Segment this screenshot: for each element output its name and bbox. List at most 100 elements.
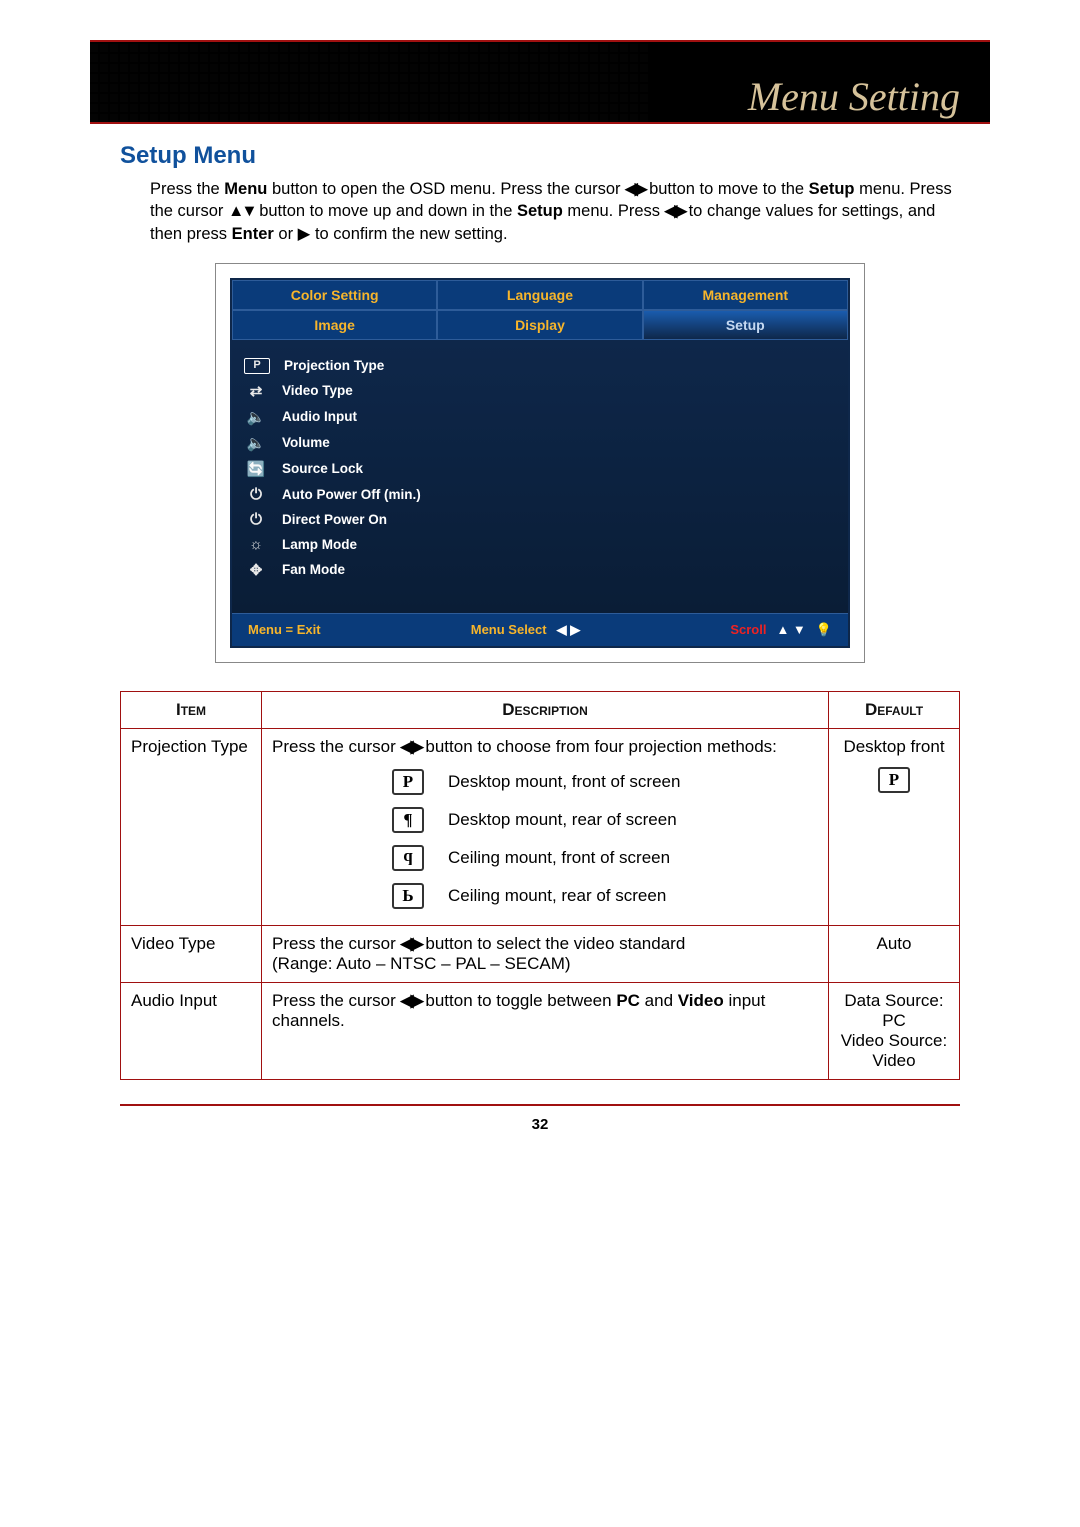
table-row: Audio Input Press the cursor ◀▶ button t…: [121, 982, 960, 1079]
header-title: Menu Setting: [748, 73, 960, 120]
item-name: Video Type: [121, 925, 262, 982]
ceiling-front-icon: d: [392, 845, 424, 871]
desktop-front-icon: P: [878, 767, 910, 793]
osd-item: ⏻ Direct Power On: [244, 507, 836, 532]
projection-label: Ceiling mount, rear of screen: [448, 886, 666, 906]
intro-paragraph: Press the Menu button to open the OSD me…: [150, 178, 960, 245]
osd-item-label: Video Type: [282, 383, 353, 398]
enter-label: Enter: [232, 225, 274, 243]
osd-item-label: Volume: [282, 435, 330, 450]
desc-text: Press the cursor: [272, 991, 401, 1010]
desc-text: Press the cursor: [272, 737, 401, 756]
osd-footer-exit: Menu = Exit: [248, 622, 321, 637]
osd-item: 🔈 Volume: [244, 430, 836, 456]
osd-item-label: Direct Power On: [282, 512, 387, 527]
desc-text: and: [640, 991, 678, 1010]
setup-label: Setup: [809, 180, 855, 198]
item-description: Press the cursor ◀▶ button to choose fro…: [262, 728, 829, 925]
header-description: Description: [262, 691, 829, 728]
lamp-mode-icon: ☼: [244, 536, 268, 553]
osd-item: ☼ Lamp Mode: [244, 532, 836, 557]
table-row: Projection Type Press the cursor ◀▶ butt…: [121, 728, 960, 925]
osd-item-label: Projection Type: [284, 358, 384, 373]
osd-item-label: Lamp Mode: [282, 537, 357, 552]
left-right-arrows-icon: ◀▶: [401, 737, 421, 756]
osd-item: P Projection Type: [244, 354, 836, 378]
item-default: Auto: [829, 925, 960, 982]
osd-panel: Color Setting Language Management Image …: [230, 278, 850, 648]
osd-item-list: PProjection Type ⇄Video Type 🔈Audio Inpu…: [232, 340, 848, 613]
projection-option: P Desktop mount, front of screen: [392, 769, 818, 795]
osd-item: 🔄 Source Lock: [244, 456, 836, 482]
osd-footer-select: Menu Select: [471, 622, 547, 637]
desc-text: (Range: Auto – NTSC – PAL – SECAM): [272, 954, 571, 973]
osd-tab-row: Color Setting Language Management Image …: [232, 280, 848, 340]
video-type-icon: ⇄: [244, 382, 268, 400]
fan-mode-icon: ✥: [244, 561, 268, 579]
up-down-arrows-icon: ▲ ▼: [776, 622, 805, 637]
projection-option: ¶ Desktop mount, rear of screen: [392, 807, 818, 833]
osd-footer: Menu = Exit Menu Select ◀ ▶ Scroll ▲ ▼ 💡: [232, 613, 848, 646]
projection-label: Desktop mount, front of screen: [448, 772, 680, 792]
desc-text: button to choose from four projection me…: [421, 737, 777, 756]
desktop-front-icon: P: [392, 769, 424, 795]
left-right-arrows-icon: ◀▶: [401, 991, 421, 1010]
osd-item-label: Audio Input: [282, 409, 357, 424]
menu-label: Menu: [224, 180, 267, 198]
osd-tab-setup: Setup: [643, 310, 848, 340]
osd-tab-color-setting: Color Setting: [232, 280, 437, 310]
section-title: Setup Menu: [120, 142, 990, 170]
table-row: Video Type Press the cursor ◀▶ button to…: [121, 925, 960, 982]
item-name: Projection Type: [121, 728, 262, 925]
osd-tab-image: Image: [232, 310, 437, 340]
desktop-rear-icon: ¶: [392, 807, 424, 833]
intro-text: Press the: [150, 180, 224, 198]
left-right-arrows-icon: ◀ ▶: [557, 622, 581, 638]
desc-text: button to select the video standard: [421, 934, 686, 953]
left-right-arrows-icon: ◀▶: [665, 202, 684, 220]
ceiling-rear-icon: Ь: [392, 883, 424, 909]
osd-item-label: Fan Mode: [282, 562, 345, 577]
osd-item: ⏻ Auto Power Off (min.): [244, 482, 836, 507]
intro-text: to confirm the new setting.: [310, 225, 507, 243]
osd-item: 🔈Audio Input: [244, 404, 836, 430]
osd-item: ✥ Fan Mode: [244, 557, 836, 583]
video-label: Video: [678, 991, 724, 1010]
left-right-arrows-icon: ◀▶: [401, 934, 421, 953]
header-band: Menu Setting: [90, 42, 990, 122]
bulb-icon: 💡: [816, 622, 832, 638]
item-default: Desktop front P: [829, 728, 960, 925]
osd-tab-language: Language: [437, 280, 642, 310]
osd-tab-display: Display: [437, 310, 642, 340]
table-header-row: Item Description Default: [121, 691, 960, 728]
osd-footer-scroll: Scroll: [730, 622, 766, 637]
intro-text: menu. Press: [563, 202, 665, 220]
osd-item-label: Auto Power Off (min.): [282, 487, 421, 502]
osd-item-label: Source Lock: [282, 461, 363, 476]
pc-label: PC: [616, 991, 640, 1010]
header-pattern: [90, 42, 650, 122]
header-item: Item: [121, 691, 262, 728]
source-lock-icon: 🔄: [244, 460, 268, 478]
intro-text: button to move up and down in the: [255, 202, 517, 220]
intro-text: or: [274, 225, 298, 243]
default-text: Desktop front: [839, 737, 949, 757]
desc-text: Press the cursor: [272, 934, 401, 953]
left-right-arrows-icon: ◀▶: [625, 180, 644, 198]
item-description: Press the cursor ◀▶ button to toggle bet…: [262, 982, 829, 1079]
desc-text: button to toggle between: [421, 991, 617, 1010]
description-table: Item Description Default Projection Type…: [120, 691, 960, 1080]
setup-label: Setup: [517, 202, 563, 220]
header-underline: [90, 122, 990, 124]
play-icon: ▶: [298, 225, 311, 243]
projection-label: Desktop mount, rear of screen: [448, 810, 677, 830]
volume-icon: 🔈: [244, 434, 268, 452]
up-down-arrows-icon: ▲▼: [228, 202, 255, 220]
projection-type-icon: P: [244, 358, 270, 374]
item-default: Data Source: PC Video Source: Video: [829, 982, 960, 1079]
direct-power-on-icon: ⏻: [244, 511, 268, 528]
osd-screenshot: Color Setting Language Management Image …: [215, 263, 865, 663]
projection-label: Ceiling mount, front of screen: [448, 848, 670, 868]
intro-text: button to move to the: [644, 180, 808, 198]
auto-power-off-icon: ⏻: [244, 486, 268, 503]
